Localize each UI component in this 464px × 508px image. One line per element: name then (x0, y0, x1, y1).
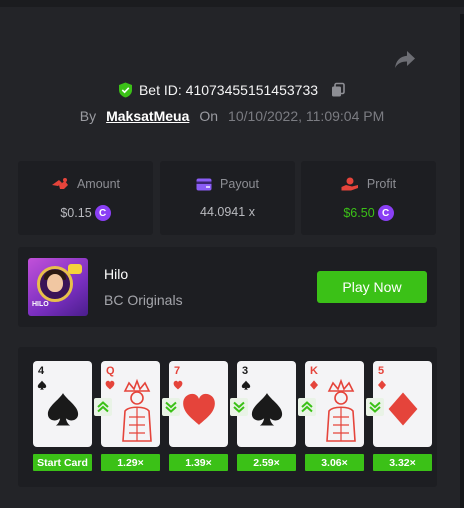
verified-shield-icon (118, 82, 132, 98)
amount-stat-card: Amount $0.15 C (18, 161, 153, 235)
diamond-icon (378, 380, 386, 390)
higher-arrow-icon (298, 398, 316, 416)
card-history-panel: 4 Start Card Q 1.29× 7 1.39× 3 2.59× K 3.06× 5 3.32… (18, 347, 437, 487)
spade-icon (47, 393, 79, 426)
game-name[interactable]: Hilo (104, 266, 128, 282)
profit-label: Profit (366, 177, 397, 191)
diamond-icon (388, 392, 418, 426)
diamond-icon (310, 380, 318, 390)
play-now-button[interactable]: Play Now (317, 271, 427, 303)
game-provider: BC Originals (104, 292, 183, 308)
payout-value: 44.0941 x (200, 205, 255, 219)
bet-author-row: By MaksatMeua On 10/10/2022, 11:09:04 PM (0, 106, 464, 126)
copy-icon[interactable] (330, 82, 346, 98)
bet-datetime: 10/10/2022, 11:09:04 PM (228, 108, 385, 124)
face-card-art (326, 378, 356, 442)
bet-id-row: Bet ID: 41073455151453733 (0, 80, 464, 100)
profit-hand-icon (341, 177, 358, 191)
card-rank: 7 (174, 365, 181, 377)
share-icon[interactable] (394, 50, 416, 70)
currency-coin-icon: C (377, 205, 394, 221)
by-label: By (79, 108, 97, 124)
lower-arrow-icon (162, 398, 180, 416)
spade-icon (241, 380, 251, 390)
lower-arrow-icon (230, 398, 248, 416)
lower-arrow-icon (366, 398, 384, 416)
username-link[interactable]: MaksatMeua (106, 108, 189, 124)
profit-value: $6.50 (343, 206, 375, 220)
currency-coin-icon: C (94, 205, 111, 221)
profit-stat-card: Profit $6.50 C (301, 161, 436, 235)
multiplier-badge: 2.59× (237, 454, 296, 471)
amount-icon (51, 178, 68, 189)
amount-value: $0.15 (60, 206, 92, 220)
card-rank: 5 (378, 365, 385, 377)
bet-id: Bet ID: 41073455151453733 (138, 82, 319, 98)
heart-icon (105, 380, 115, 390)
card-rank: 4 (38, 365, 45, 377)
multiplier-badge: 1.29× (101, 454, 160, 471)
face-card-art (122, 378, 152, 442)
heart-icon (183, 393, 215, 425)
game-thumbnail[interactable]: HILO (28, 258, 88, 316)
playing-card: 4 (33, 361, 92, 447)
payout-stat-card: Payout 44.0941 x (160, 161, 295, 235)
multiplier-badge: 1.39× (169, 454, 228, 471)
spade-icon (37, 380, 47, 390)
card-rank: 3 (242, 365, 249, 377)
thumbnail-tag: HILO (32, 301, 49, 308)
multiplier-badge: 3.06× (305, 454, 364, 471)
payout-label: Payout (220, 177, 259, 191)
on-label: On (199, 108, 219, 124)
wallet-icon (196, 178, 212, 190)
game-info-panel: HILO Hilo BC Originals Play Now (18, 247, 437, 327)
higher-arrow-icon (94, 398, 112, 416)
start-card-label: Start Card (33, 454, 92, 471)
heart-icon (173, 380, 183, 390)
spade-icon (251, 393, 283, 426)
multiplier-badge: 3.32× (373, 454, 432, 471)
card-rank: Q (106, 365, 115, 377)
top-strip (0, 0, 464, 7)
amount-label: Amount (76, 177, 121, 191)
card-rank: K (310, 365, 318, 377)
